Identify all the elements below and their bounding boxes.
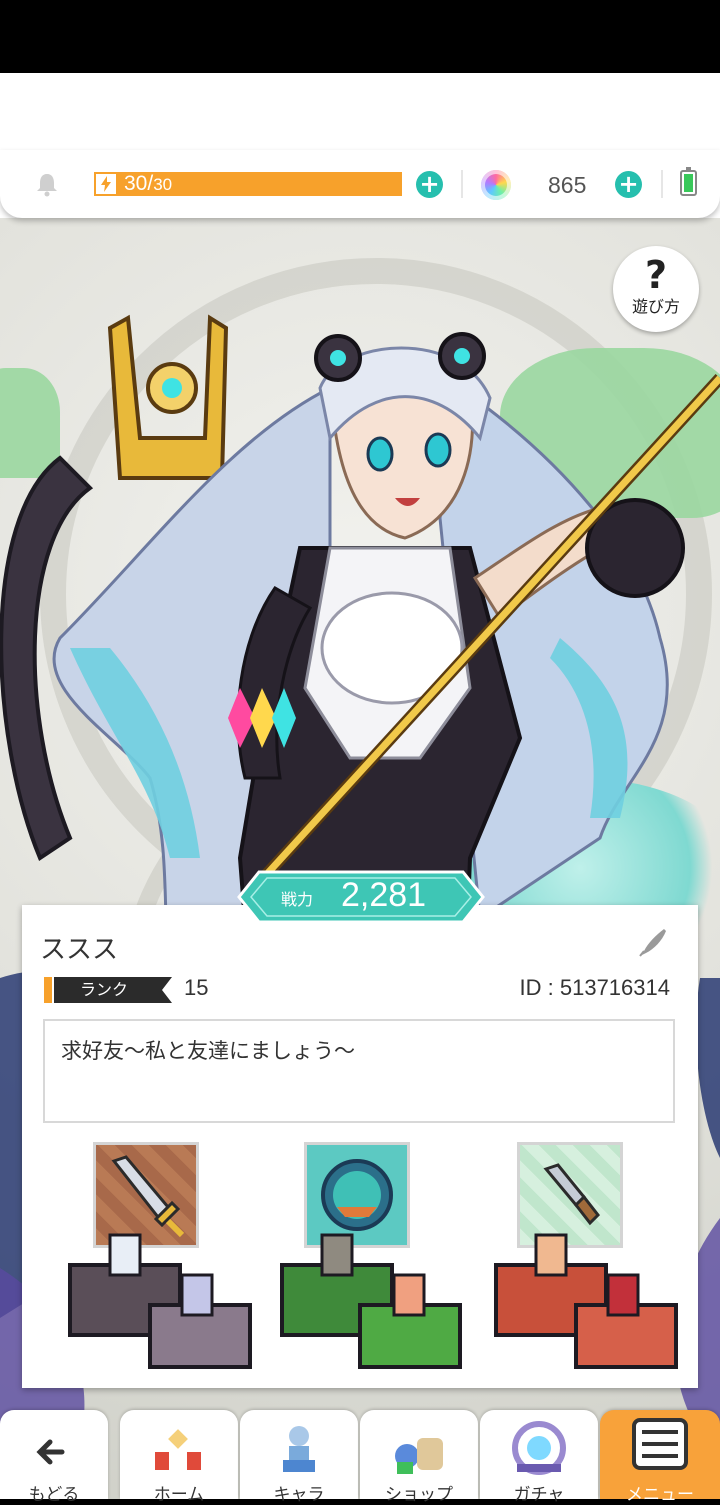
gacha-icon — [512, 1421, 566, 1475]
battery-icon — [680, 167, 697, 196]
power-badge: 戦力 2,281 — [237, 870, 485, 924]
player-name: ススス — [40, 935, 119, 965]
nav-character[interactable]: キャラ — [240, 1410, 358, 1505]
bottom-navigation: もどる ホーム キャラ ショップ ガチャ メニュー — [0, 1410, 720, 1505]
nav-back[interactable]: もどる — [0, 1410, 108, 1505]
menu-icon — [632, 1418, 688, 1470]
rank-value: 15 — [184, 975, 209, 1000]
edit-pen-icon[interactable] — [634, 925, 670, 961]
comment-box[interactable]: 求好友〜私と友達にましょう〜 — [43, 1019, 675, 1123]
nav-label: ガチャ — [513, 1485, 565, 1505]
stamina-bar: 30/30 — [94, 172, 402, 196]
back-arrow-icon — [36, 1439, 65, 1465]
nav-label: もどる — [28, 1485, 80, 1505]
question-mark-icon: ? — [644, 253, 668, 297]
stamina-bolt-icon — [96, 174, 116, 194]
nav-menu[interactable]: メニュー — [600, 1410, 720, 1505]
team-slot-2[interactable] — [272, 1125, 472, 1385]
add-stamina-button[interactable]: + — [416, 171, 443, 198]
home-icon — [155, 1429, 201, 1470]
nav-label: キャラ — [273, 1485, 325, 1505]
team-slot-1[interactable] — [62, 1125, 262, 1385]
help-button[interactable]: ? 遊び方 — [613, 246, 699, 332]
gem-count: 865 — [548, 172, 587, 198]
power-value: 2,281 — [341, 876, 427, 914]
nav-label: ショップ — [385, 1485, 453, 1505]
stamina-value: 30/30 — [124, 172, 173, 195]
help-label: 遊び方 — [631, 297, 680, 316]
player-id: ID : 513716314 — [519, 975, 670, 1000]
nav-shop[interactable]: ショップ — [360, 1410, 478, 1505]
divider — [661, 170, 663, 198]
resource-bar: 30/30 + 865 + — [0, 150, 720, 218]
character-icon — [283, 1426, 315, 1472]
notification-bell-icon[interactable] — [34, 171, 60, 197]
system-status-bar — [0, 0, 720, 73]
team-slot-3[interactable] — [488, 1125, 688, 1385]
power-label: 戦力 — [281, 890, 314, 909]
rank-label: ランク — [80, 980, 129, 999]
rainbow-gem-icon — [481, 170, 511, 200]
nav-label: ホーム — [153, 1485, 205, 1505]
profile-panel: ススス ランク 15 ID : 513716314 求好友〜私と友達にましょう〜 — [22, 905, 698, 1388]
divider — [461, 170, 463, 198]
nav-home[interactable]: ホーム — [120, 1410, 238, 1505]
add-gems-button[interactable]: + — [615, 171, 642, 198]
shop-icon — [395, 1438, 443, 1474]
nav-gacha[interactable]: ガチャ — [480, 1410, 598, 1505]
nav-label: メニュー — [626, 1485, 694, 1505]
comment-text: 求好友〜私と友達にましょう〜 — [61, 1039, 355, 1063]
